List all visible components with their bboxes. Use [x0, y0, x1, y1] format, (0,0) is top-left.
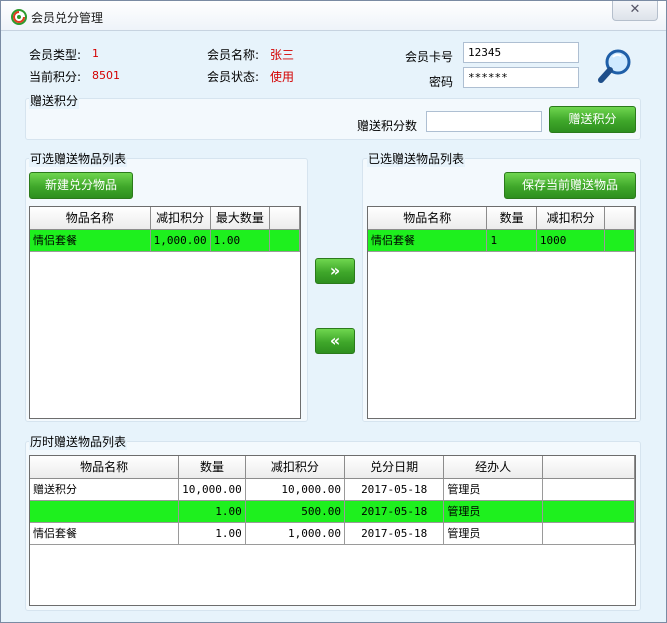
table-row[interactable]: 情侣套餐 1,000.00 1.00	[30, 229, 300, 252]
new-item-button[interactable]: 新建兑分物品	[29, 172, 133, 199]
max-qty-cell: 1.00	[210, 229, 271, 252]
search-icon[interactable]	[597, 47, 635, 85]
filler-cell	[604, 229, 635, 252]
column-header[interactable]: 减扣积分	[150, 207, 211, 230]
gift-points-label: 赠送积分数	[357, 119, 418, 133]
current-points-value: 8501	[92, 69, 120, 82]
operator-cell: 管理员	[443, 500, 543, 523]
selected-items-section-title: 已选赠送物品列表	[367, 150, 466, 167]
points-cell: 500.00	[245, 500, 346, 523]
add-item-button[interactable]: »	[315, 258, 355, 284]
points-cell: 1000	[536, 229, 606, 252]
qty-cell: 1	[486, 229, 537, 252]
card-number-input[interactable]: 12345	[463, 42, 579, 63]
filler-cell	[269, 229, 300, 252]
table-row[interactable]: 赠送积分 10,000.00 10,000.00 2017-05-18 管理员	[30, 478, 635, 501]
item-name-cell: 情侣套餐	[30, 522, 180, 545]
column-header[interactable]: 经办人	[443, 456, 543, 479]
title-bar[interactable]: 会员兑分管理 ✕	[1, 1, 666, 31]
date-cell: 2017-05-18	[344, 500, 445, 523]
column-header[interactable]: 物品名称	[368, 207, 488, 230]
gift-points-section-title: 赠送积分	[29, 92, 80, 109]
password-label: 密码	[429, 75, 454, 89]
password-input[interactable]: ******	[463, 67, 579, 88]
history-table[interactable]: 物品名称 数量 减扣积分 兑分日期 经办人 赠送积分 10,000.00 10,…	[29, 455, 636, 606]
filler-cell	[542, 500, 635, 523]
table-row[interactable]: 情侣套餐 1 1000	[368, 229, 635, 252]
column-header[interactable]: 减扣积分	[245, 456, 346, 479]
save-selected-button[interactable]: 保存当前赠送物品	[504, 172, 636, 199]
column-header[interactable]: 物品名称	[30, 207, 151, 230]
qty-cell: 1.00	[178, 500, 246, 523]
member-name-label: 会员名称:	[207, 48, 260, 62]
current-points-label: 当前积分:	[29, 70, 82, 84]
column-header[interactable]: 数量	[486, 207, 537, 230]
table-header: 物品名称 减扣积分 最大数量	[30, 207, 300, 230]
table-header: 物品名称 数量 减扣积分	[368, 207, 635, 230]
table-header: 物品名称 数量 减扣积分 兑分日期 经办人	[30, 456, 635, 479]
member-status-label: 会员状态:	[207, 70, 260, 84]
filler-cell	[542, 522, 635, 545]
column-header[interactable]: 数量	[178, 456, 246, 479]
qty-cell: 1.00	[178, 522, 246, 545]
column-header[interactable]: 物品名称	[30, 456, 180, 479]
gift-points-button[interactable]: 赠送积分	[549, 106, 636, 133]
card-number-label: 会员卡号	[405, 50, 454, 64]
history-section-title: 历时赠送物品列表	[29, 433, 128, 450]
gift-points-input[interactable]	[426, 111, 542, 132]
column-header[interactable]: 兑分日期	[344, 456, 445, 479]
available-items-table[interactable]: 物品名称 减扣积分 最大数量 情侣套餐 1,000.00 1.00	[29, 206, 301, 419]
member-type-label: 会员类型:	[29, 48, 82, 62]
column-header-filler	[604, 207, 635, 230]
available-items-section-title: 可选赠送物品列表	[29, 150, 128, 167]
operator-cell: 管理员	[443, 522, 543, 545]
item-name-cell: 情侣套餐	[30, 229, 151, 252]
points-cell: 1,000.00	[150, 229, 211, 252]
column-header-filler	[269, 207, 300, 230]
member-name-value: 张三	[270, 48, 295, 62]
column-header-filler	[542, 456, 635, 479]
app-logo-icon	[11, 9, 27, 25]
date-cell: 2017-05-18	[344, 478, 445, 501]
remove-item-button[interactable]: «	[315, 328, 355, 354]
table-row[interactable]: 情侣套餐 1.00 1,000.00 2017-05-18 管理员	[30, 522, 635, 545]
selected-items-table[interactable]: 物品名称 数量 减扣积分 情侣套餐 1 1000	[367, 206, 636, 419]
column-header[interactable]: 最大数量	[210, 207, 271, 230]
filler-cell	[542, 478, 635, 501]
member-type-value: 1	[92, 47, 99, 60]
points-cell: 10,000.00	[245, 478, 346, 501]
qty-cell: 10,000.00	[178, 478, 246, 501]
points-cell: 1,000.00	[245, 522, 346, 545]
table-row[interactable]: 1.00 500.00 2017-05-18 管理员	[30, 500, 635, 523]
item-name-cell: 赠送积分	[30, 478, 180, 501]
column-header[interactable]: 减扣积分	[536, 207, 606, 230]
close-button[interactable]: ✕	[612, 1, 658, 21]
member-status-value: 使用	[270, 70, 295, 84]
window-title: 会员兑分管理	[31, 11, 104, 25]
member-points-window: 会员兑分管理 ✕ 会员类型: 1 会员名称: 张三 当前积分: 8501 会员状…	[0, 0, 667, 623]
item-name-cell: 情侣套餐	[368, 229, 488, 252]
date-cell: 2017-05-18	[344, 522, 445, 545]
item-name-cell	[30, 500, 180, 523]
operator-cell: 管理员	[443, 478, 543, 501]
